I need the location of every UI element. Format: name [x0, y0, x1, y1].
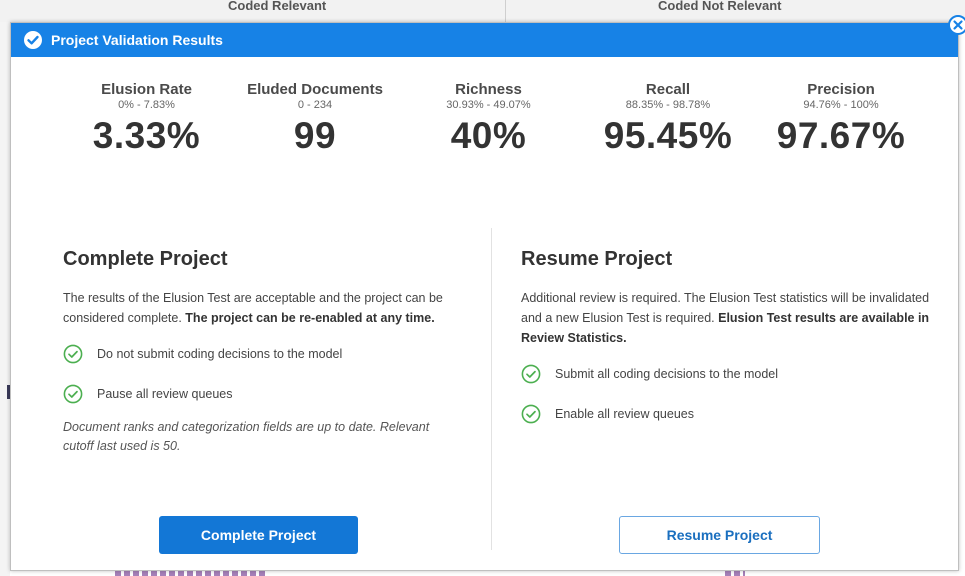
- stat-value: 40%: [450, 115, 527, 156]
- stat-label: Recall: [645, 81, 691, 98]
- list-item: Do not submit coding decisions to the mo…: [63, 344, 463, 364]
- complete-project-panel: Complete Project The results of the Elus…: [63, 248, 463, 456]
- background-col-coded-not-relevant: Coded Not Relevant: [658, 0, 782, 13]
- dialog-title: Project Validation Results: [51, 32, 223, 48]
- panel-divider: [491, 228, 492, 550]
- resume-project-description: Additional review is required. The Elusi…: [521, 288, 931, 348]
- check-circle-icon: [521, 364, 541, 384]
- check-circle-icon: [63, 344, 83, 364]
- stat-range: 94.76% - 100%: [803, 99, 879, 111]
- stat-richness: Richness 30.93% - 49.07% 40%: [421, 81, 556, 157]
- background-col-coded-relevant: Coded Relevant: [228, 0, 327, 13]
- stat-value: 3.33%: [92, 115, 201, 156]
- resume-project-button[interactable]: Resume Project: [619, 516, 820, 554]
- stat-precision: Precision 94.76% - 100% 97.67%: [766, 81, 916, 157]
- check-circle-icon: [63, 384, 83, 404]
- stat-eluded-documents: Eluded Documents 0 - 234 99: [235, 81, 395, 157]
- validation-statistics: Elusion Rate 0% - 7.83% 3.33% Eluded Doc…: [11, 81, 958, 191]
- check-circle-icon: [521, 404, 541, 424]
- stat-label: Elusion Rate: [101, 81, 192, 98]
- description-bold-text: The project can be re-enabled at any tim…: [185, 311, 435, 325]
- background-table-header: Coded Relevant Coded Not Relevant: [0, 0, 965, 23]
- stat-range: 0% - 7.83%: [118, 99, 175, 111]
- stat-value: 97.67%: [776, 115, 906, 156]
- background-left-edge: [0, 22, 10, 576]
- dialog-header: Project Validation Results: [11, 23, 958, 57]
- list-item-label: Pause all review queues: [97, 387, 233, 401]
- stat-value: 95.45%: [603, 115, 733, 156]
- page: Coded Relevant Coded Not Relevant Projec…: [0, 0, 965, 576]
- complete-project-checklist: Do not submit coding decisions to the mo…: [63, 344, 463, 404]
- list-item: Enable all review queues: [521, 404, 931, 424]
- stat-elusion-rate: Elusion Rate 0% - 7.83% 3.33%: [79, 81, 214, 157]
- complete-project-description: The results of the Elusion Test are acce…: [63, 288, 463, 328]
- validation-results-dialog: Project Validation Results Elusion Rate …: [10, 15, 965, 571]
- stat-range: 0 - 234: [297, 99, 333, 111]
- stat-label: Eluded Documents: [247, 81, 383, 98]
- stat-range: 30.93% - 49.07%: [446, 99, 531, 111]
- stat-recall: Recall 88.35% - 98.78% 95.45%: [593, 81, 743, 157]
- list-item: Submit all coding decisions to the model: [521, 364, 931, 384]
- check-circle-icon: [24, 31, 42, 49]
- background-col-divider: [505, 0, 506, 22]
- list-item: Pause all review queues: [63, 384, 463, 404]
- stat-label: Precision: [807, 81, 875, 98]
- complete-project-button[interactable]: Complete Project: [159, 516, 358, 554]
- list-item-label: Submit all coding decisions to the model: [555, 367, 779, 381]
- resume-project-checklist: Submit all coding decisions to the model…: [521, 364, 931, 424]
- stat-range: 88.35% - 98.78%: [625, 99, 711, 111]
- complete-project-note: Document ranks and categorization fields…: [63, 420, 430, 453]
- list-item-label: Do not submit coding decisions to the mo…: [97, 347, 343, 361]
- resume-project-panel: Resume Project Additional review is requ…: [521, 248, 931, 444]
- complete-project-title: Complete Project: [63, 248, 228, 270]
- stat-label: Richness: [455, 81, 522, 98]
- stat-value: 99: [293, 115, 337, 156]
- close-icon[interactable]: [948, 15, 965, 35]
- resume-project-title: Resume Project: [521, 248, 673, 270]
- list-item-label: Enable all review queues: [555, 407, 694, 421]
